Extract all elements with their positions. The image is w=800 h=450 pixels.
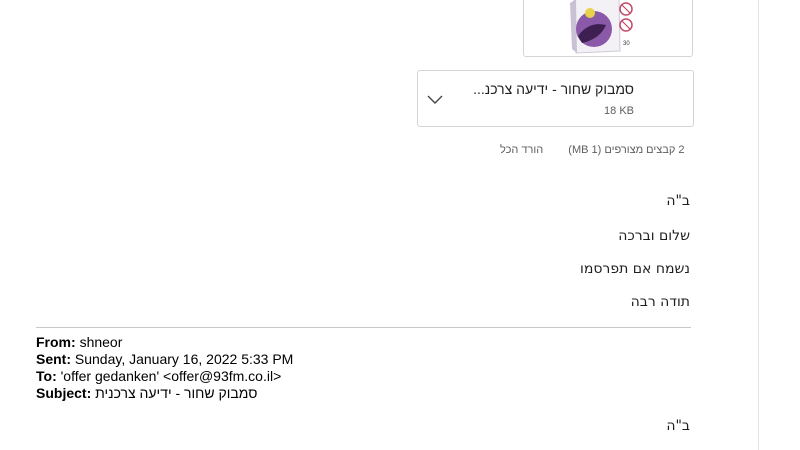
- sent-row: Sent: Sunday, January 16, 2022 5:33 PM: [36, 351, 293, 368]
- product-box-image: 30: [570, 0, 633, 54]
- to-label: To:: [36, 368, 57, 384]
- attachment-file-size: 18 KB: [604, 105, 634, 117]
- subject-label: Subject:: [36, 385, 92, 401]
- forwarded-body-line-bh: ב"ה: [666, 418, 690, 434]
- attachments-count: 2 קבצים מצורפים (1 MB): [568, 144, 685, 156]
- download-all-link[interactable]: הורד הכל: [500, 144, 543, 156]
- body-line-bh: ב"ה: [666, 193, 690, 209]
- body-line-thanks: תודה רבה: [630, 294, 690, 310]
- from-label: From:: [36, 334, 76, 350]
- attachments-summary-row: הורד הכל 2 קבצים מצורפים (1 MB): [500, 144, 685, 156]
- to-value: 'offer gedanken' <offer@93fm.co.il>: [60, 368, 282, 384]
- sent-label: Sent:: [36, 351, 71, 367]
- attachment-file-name: סמבוק שחור - ידיעה צרכנ...: [473, 81, 634, 97]
- body-line-request: נשמח אם תפרסמו: [580, 261, 690, 277]
- sent-value: Sunday, January 16, 2022 5:33 PM: [74, 351, 294, 367]
- body-line-greeting: שלום וברכה: [618, 228, 690, 244]
- subject-row: Subject: סמבוק שחור - ידיעה צרכנית: [36, 385, 293, 402]
- forward-divider: [36, 327, 691, 328]
- chevron-down-icon[interactable]: [426, 91, 444, 109]
- thumbnail-badge: 30: [623, 41, 630, 47]
- from-row: From: shneor: [36, 334, 293, 351]
- to-row: To: 'offer gedanken' <offer@93fm.co.il>: [36, 368, 293, 385]
- attachment-file-card[interactable]: סמבוק שחור - ידיעה צרכנ... 18 KB: [417, 70, 694, 127]
- scrollbar-track[interactable]: [758, 0, 759, 450]
- from-value: shneor: [79, 334, 123, 350]
- subject-value: סמבוק שחור - ידיעה צרכנית: [95, 385, 258, 401]
- forwarded-header: From: shneor Sent: Sunday, January 16, 2…: [36, 334, 293, 402]
- attachment-thumbnail-card[interactable]: 30: [523, 0, 693, 57]
